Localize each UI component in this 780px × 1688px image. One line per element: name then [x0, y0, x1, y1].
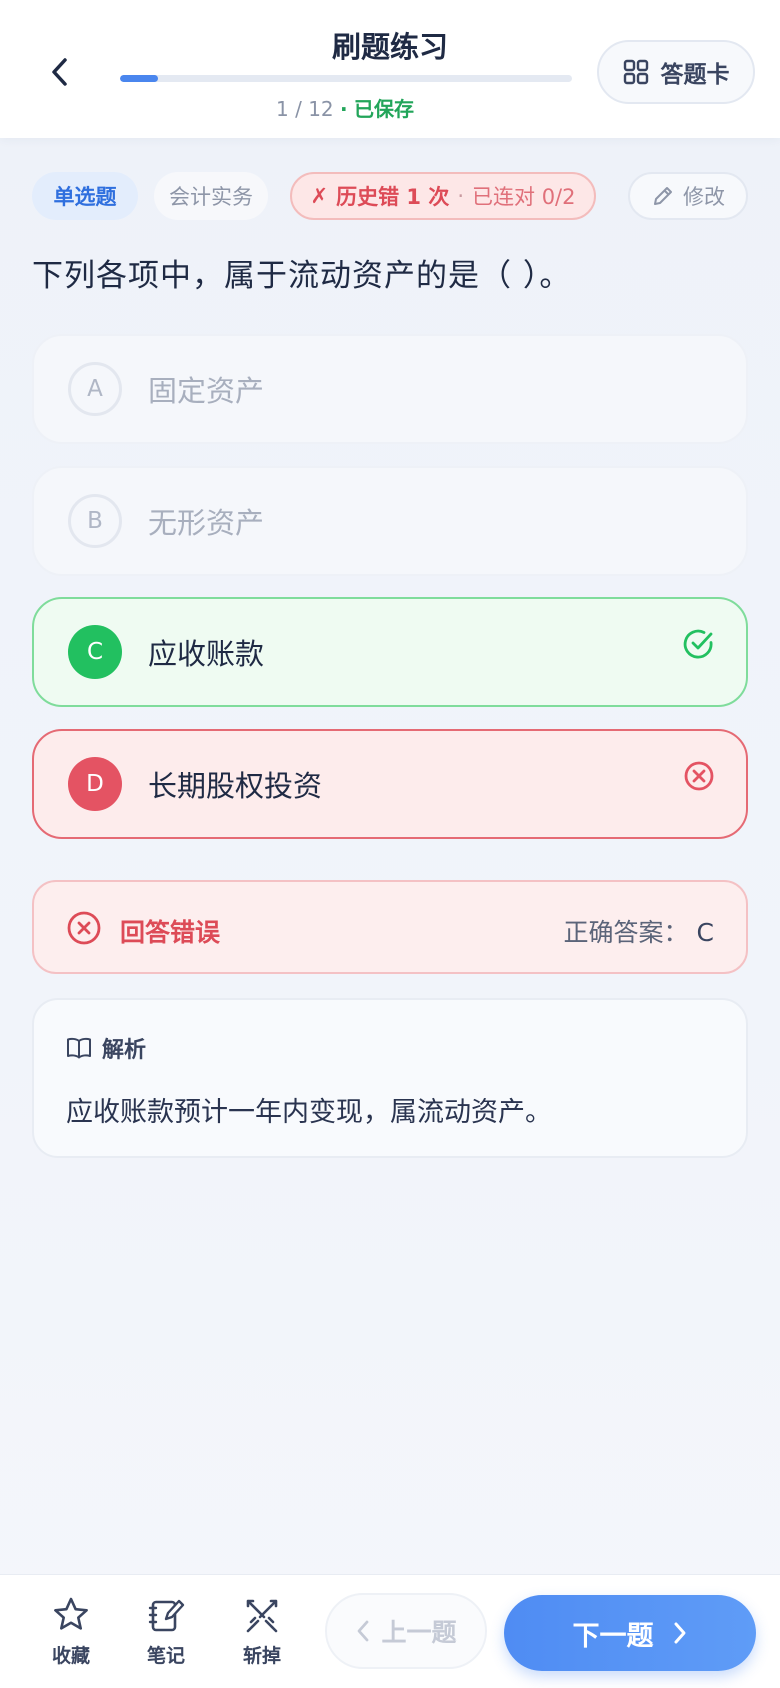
edit-button[interactable]: 修改 [628, 172, 748, 220]
progress-bar [120, 75, 572, 82]
progress-status: 1 / 12 · 已保存 [0, 93, 690, 122]
favorite-button[interactable]: 收藏 [36, 1595, 106, 1668]
next-label: 下一题 [572, 1620, 654, 1652]
edit-label: 修改 [683, 185, 725, 209]
saved-status: 已保存 [353, 97, 414, 121]
option-text: 长期股权投资 [148, 769, 323, 803]
option-letter: D [68, 757, 122, 811]
option-d[interactable]: D 长期股权投资 [32, 729, 748, 839]
check-circle-icon [683, 629, 713, 659]
note-icon [148, 1599, 185, 1632]
analysis-header: 解析 [66, 1032, 146, 1064]
option-b[interactable]: B 无形资产 [32, 466, 748, 576]
progress-separator: · [340, 97, 348, 121]
cut-label: 斩掉 [242, 1645, 281, 1667]
bottom-toolbar: 收藏 笔记 斩掉 上一题 下一题 [0, 1574, 780, 1688]
question-text: 下列各项中，属于流动资产的是（ ）。 [32, 258, 572, 294]
option-letter: A [68, 362, 122, 416]
analysis-card: 解析 应收账款预计一年内变现，属流动资产。 [32, 998, 748, 1158]
progress-fill [120, 75, 158, 82]
correct-answer: 正确答案： C [564, 913, 714, 949]
option-text: 应收账款 [148, 637, 265, 671]
progress-count: 1 / 12 [276, 97, 334, 121]
analysis-title: 解析 [102, 1038, 147, 1063]
answer-card-button[interactable]: 答题卡 [597, 40, 755, 104]
option-text: 无形资产 [148, 506, 265, 540]
option-c[interactable]: C 应收账款 [32, 597, 748, 707]
history-wrong-count: 历史错 1 次 [336, 185, 450, 209]
analysis-body: 应收账款预计一年内变现，属流动资产。 [66, 1097, 552, 1128]
star-icon [54, 1597, 88, 1630]
note-label: 笔记 [146, 1645, 185, 1667]
subject-badge: 会计实务 [154, 172, 268, 220]
favorite-label: 收藏 [51, 1645, 90, 1667]
grid-icon [623, 59, 648, 85]
option-a[interactable]: A 固定资产 [32, 334, 748, 444]
answer-card-label: 答题卡 [660, 62, 730, 88]
option-letter: C [68, 625, 122, 679]
prev-question-button[interactable]: 上一题 [325, 1593, 487, 1669]
option-letter: B [68, 494, 122, 548]
history-dot: · [457, 184, 465, 208]
chevron-left-icon [358, 1620, 369, 1642]
history-badge: ✗ 历史错 1 次 · 已连对 0/2 [290, 172, 596, 220]
note-button[interactable]: 笔记 [131, 1595, 201, 1668]
x-circle-icon [67, 911, 101, 945]
correct-answer-label: 正确答案： [563, 918, 689, 947]
result-banner: 回答错误 正确答案： C [32, 880, 748, 974]
correct-answer-value: C [696, 918, 714, 947]
option-text: 固定资产 [148, 374, 265, 408]
chevron-right-icon [674, 1622, 685, 1644]
swords-icon [246, 1599, 278, 1633]
x-circle-icon [684, 761, 714, 791]
cut-button[interactable]: 斩掉 [227, 1595, 297, 1668]
pencil-icon [654, 187, 672, 205]
question-type-badge: 单选题 [32, 172, 138, 220]
history-x-icon: ✗ [310, 184, 329, 208]
book-icon [67, 1037, 91, 1059]
next-question-button[interactable]: 下一题 [504, 1595, 756, 1671]
top-header: 刷题练习 1 / 12 · 已保存 答题卡 [0, 0, 780, 138]
result-label: 回答错误 [120, 918, 221, 947]
prev-label: 上一题 [381, 1618, 457, 1647]
history-streak: 已连对 0/2 [472, 185, 576, 209]
